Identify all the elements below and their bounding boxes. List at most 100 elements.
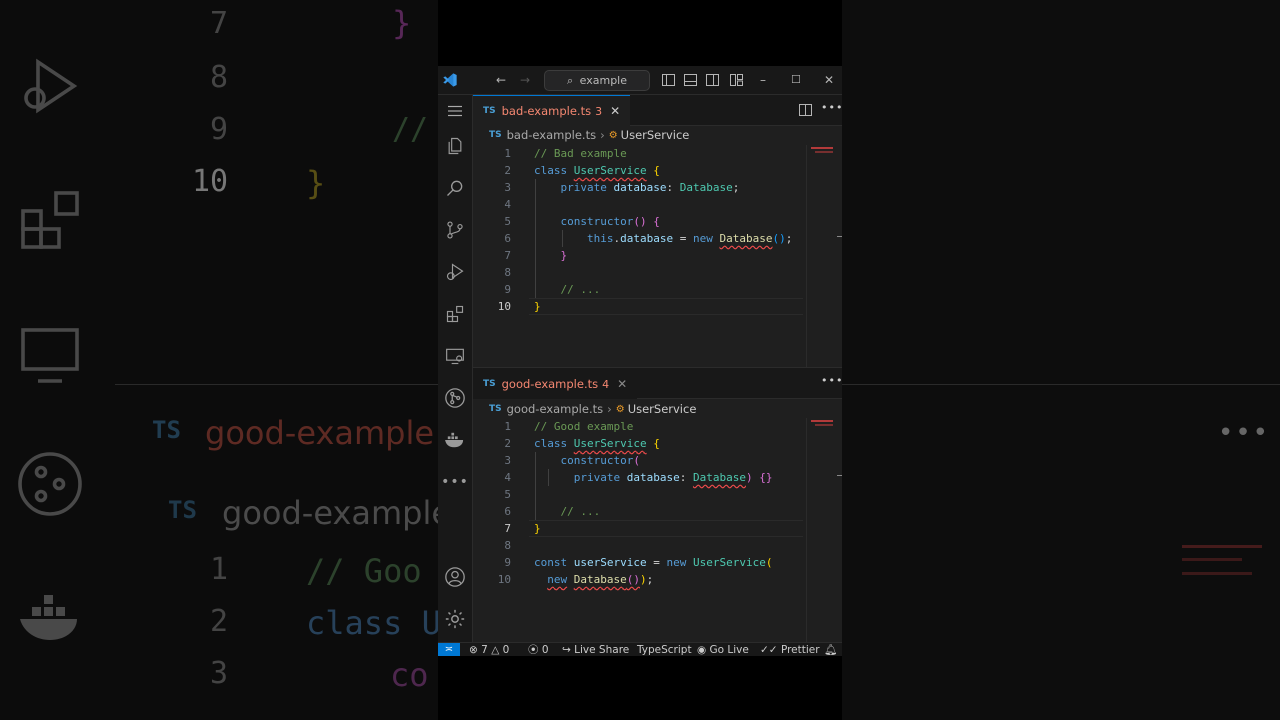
accounts-icon[interactable]	[443, 565, 467, 589]
forward-arrow-icon[interactable]: →	[520, 71, 530, 89]
background-code: }	[392, 4, 412, 42]
run-debug-icon[interactable]	[443, 260, 467, 284]
line-number: 3	[504, 454, 511, 467]
tab-bar: TS good-example.ts 4 ✕ •••	[473, 368, 842, 399]
code-line: }	[534, 300, 541, 313]
problem-count: 3	[595, 104, 603, 118]
toggle-secondary-sidebar-icon[interactable]	[706, 74, 719, 86]
back-arrow-icon[interactable]: ←	[496, 71, 506, 89]
code-line: // Good example	[534, 418, 633, 435]
line-number: 9	[504, 283, 511, 296]
background-run-debug-icon	[24, 58, 78, 114]
go-live-icon: ◉	[697, 644, 707, 656]
line-number: 6	[504, 505, 511, 518]
keyword-token: class	[534, 437, 568, 450]
background-line-number: 8	[210, 60, 229, 95]
prettier-status[interactable]: ✓✓ Prettier	[760, 643, 820, 656]
line-number: 3	[504, 181, 511, 194]
tab-label: bad-example.ts	[501, 104, 592, 118]
explorer-icon[interactable]	[443, 134, 467, 158]
docker-icon[interactable]	[443, 428, 467, 452]
search-icon[interactable]	[443, 176, 467, 200]
tab-bad-example[interactable]: TS bad-example.ts 3 ✕	[473, 95, 631, 126]
go-live-status[interactable]: ◉ Go Live	[697, 643, 749, 656]
type-token: Database	[692, 471, 746, 484]
variable-token: userService	[573, 556, 647, 569]
background-tab: good-example	[205, 414, 435, 452]
breadcrumb-file[interactable]: bad-example.ts	[507, 128, 596, 142]
code-line: this.database = new Database();	[586, 232, 793, 245]
background-line-number: 9	[210, 112, 229, 147]
keyword-token: private	[560, 181, 607, 194]
more-icon[interactable]: •••	[441, 470, 468, 494]
background-code: //	[392, 112, 429, 147]
code-line: // ...	[534, 503, 601, 520]
keyword-token: this	[586, 232, 614, 245]
code-editor[interactable]: 1 2 3 4 5 6 7 8 9 10 // Good example cla…	[473, 418, 842, 642]
background-line-number: 10	[192, 164, 229, 199]
background-docker-icon	[20, 595, 77, 640]
tab-good-example[interactable]: TS good-example.ts 4 ✕	[473, 368, 638, 399]
comment-token: // ...	[560, 283, 601, 296]
menu-icon[interactable]	[443, 99, 467, 123]
background-code: co	[390, 656, 429, 694]
property-token: database	[613, 181, 667, 194]
code-line: class UserService {	[534, 437, 660, 450]
current-line-highlight	[529, 520, 803, 537]
remote-indicator-icon[interactable]: ≍	[438, 643, 460, 656]
keyword-token: const	[534, 556, 568, 569]
type-token: Database	[679, 181, 733, 194]
ports-status[interactable]: ⦿ 0	[528, 643, 549, 656]
close-icon[interactable]: ✕	[610, 104, 620, 118]
vscode-logo-icon	[443, 73, 457, 87]
keyword-token: new	[666, 556, 687, 569]
typescript-file-icon: TS	[489, 404, 502, 414]
editor-group-top: TS bad-example.ts 3 ✕ ••• TS bad-example…	[473, 95, 842, 367]
keyword-token: class	[534, 164, 568, 177]
split-editor-icon[interactable]	[799, 104, 812, 116]
close-window-icon[interactable]: ✕	[824, 71, 834, 89]
background-code: class U	[306, 604, 441, 642]
chevron-right-icon: ›	[607, 402, 612, 416]
code-editor[interactable]: 1 2 3 4 5 6 7 8 9 10 // Bad example clas…	[473, 145, 842, 367]
symbol-class-icon: ⚙	[608, 129, 618, 141]
line-number: 8	[504, 266, 511, 279]
background-remote-icon	[21, 328, 79, 383]
notifications-icon[interactable]: 🔔︎	[824, 643, 837, 656]
toggle-panel-icon[interactable]	[684, 74, 697, 86]
live-share-status[interactable]: ↪ Live Share	[562, 643, 629, 656]
live-share-icon: ↪	[562, 644, 571, 656]
minimize-icon[interactable]: –	[760, 71, 766, 89]
line-number: 4	[504, 198, 511, 211]
close-icon[interactable]: ✕	[617, 377, 627, 391]
line-number: 5	[504, 215, 511, 228]
command-center-search[interactable]: ⌕ example	[544, 70, 650, 91]
more-actions-icon[interactable]: •••	[821, 101, 842, 114]
background-more-dots: •••	[1218, 418, 1271, 448]
type-token: Database	[719, 232, 773, 245]
extensions-icon[interactable]	[443, 302, 467, 326]
line-number: 9	[504, 556, 511, 569]
more-actions-icon[interactable]: •••	[821, 374, 842, 387]
source-control-icon[interactable]	[443, 218, 467, 242]
git-graph-icon[interactable]	[443, 386, 467, 410]
breadcrumb-file[interactable]: good-example.ts	[507, 402, 603, 416]
breadcrumb-symbol[interactable]: UserService	[628, 402, 697, 416]
vscode-window: ← → ⌕ example – ☐ ✕ ••• TS bad-example.t…	[438, 66, 842, 656]
toggle-primary-sidebar-icon[interactable]	[662, 74, 675, 86]
customize-layout-icon[interactable]	[730, 74, 743, 86]
remote-explorer-icon[interactable]	[443, 344, 467, 368]
errors-status[interactable]: ⊗ 7 △ 0	[469, 643, 509, 656]
keyword-token: new	[547, 573, 568, 586]
activity-bar: •••	[438, 95, 473, 642]
line-number: 5	[504, 488, 511, 501]
editor-group-bottom: TS good-example.ts 4 ✕ ••• TS good-examp…	[473, 368, 842, 642]
maximize-icon[interactable]: ☐	[791, 71, 801, 89]
line-number: 10	[497, 300, 511, 313]
keyword-token: private	[573, 471, 621, 484]
language-mode[interactable]: TypeScript	[637, 643, 692, 656]
class-name-token: UserService	[692, 556, 766, 569]
breadcrumb-symbol[interactable]: UserService	[621, 128, 690, 142]
settings-icon[interactable]	[443, 607, 467, 631]
error-icon: ⊗	[469, 644, 478, 656]
